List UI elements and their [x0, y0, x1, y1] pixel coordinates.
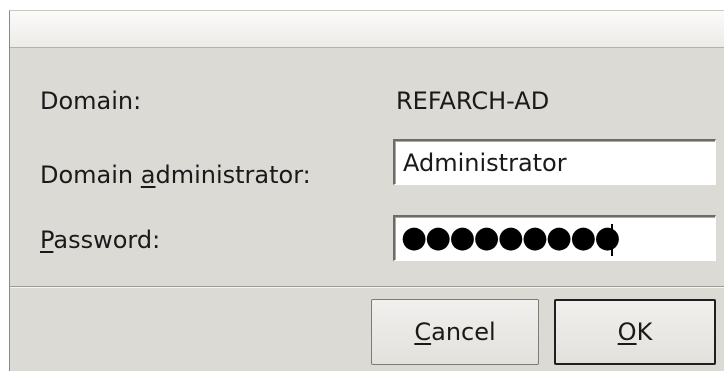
- cancel-mnemonic: C: [414, 318, 432, 346]
- domain-administrator-input[interactable]: [393, 139, 716, 185]
- admin-label-mnemonic: a: [140, 161, 156, 189]
- ok-label-rest: K: [636, 318, 653, 346]
- text-caret: [611, 224, 613, 256]
- admin-label-prefix: Domain: [40, 161, 141, 189]
- cancel-button[interactable]: Cancel: [371, 299, 539, 365]
- password-label-mnemonic: P: [40, 226, 54, 254]
- ok-button[interactable]: OK: [554, 299, 716, 365]
- password-label-suffix: assword:: [53, 226, 161, 254]
- dialog-titlebar[interactable]: [10, 11, 724, 48]
- password-input[interactable]: ●●●●●●●●●: [393, 215, 716, 261]
- domain-credentials-dialog: Domain: REFARCH-AD Domain administrator:…: [9, 10, 724, 371]
- cancel-label-rest: ancel: [431, 318, 496, 346]
- ok-mnemonic: O: [617, 318, 637, 346]
- password-masked-text: ●●●●●●●●●: [401, 220, 621, 255]
- button-separator: [10, 286, 724, 288]
- admin-label-suffix: dministrator:: [155, 161, 311, 189]
- domain-administrator-label: Domain administrator:: [40, 161, 311, 189]
- domain-label: Domain:: [40, 87, 142, 115]
- password-label: Password:: [40, 226, 160, 254]
- domain-value: REFARCH-AD: [396, 87, 550, 115]
